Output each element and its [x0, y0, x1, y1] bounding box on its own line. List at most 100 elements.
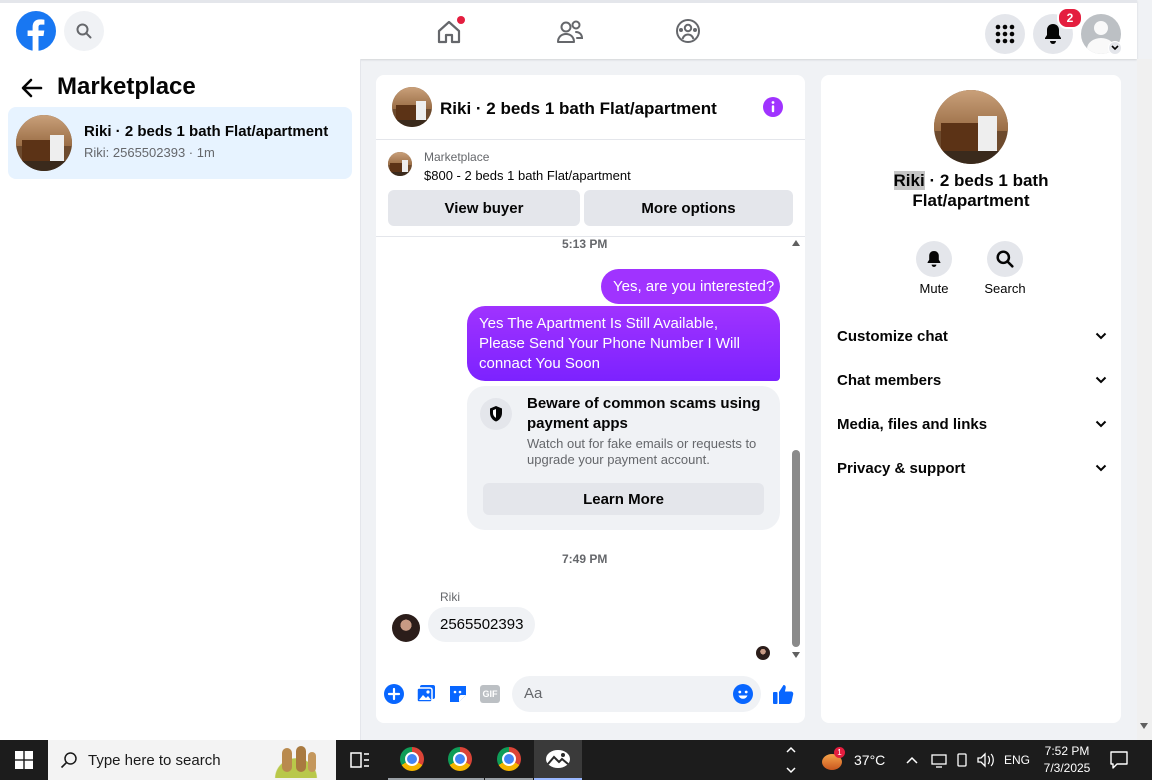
back-arrow-icon[interactable]	[20, 77, 44, 99]
section-label: Privacy & support	[837, 459, 966, 477]
mute-button[interactable]	[916, 241, 952, 277]
input-language[interactable]: ENG	[1004, 753, 1030, 767]
taskbar-search-box[interactable]: Type here to search	[48, 740, 336, 780]
taskbar-search-placeholder: Type here to search	[88, 752, 221, 769]
learn-more-button[interactable]: Learn More	[483, 483, 764, 515]
chevron-down-icon	[1095, 420, 1107, 428]
listing-title[interactable]: $800 - 2 beds 1 bath Flat/apartment	[424, 168, 631, 183]
bell-icon	[927, 251, 941, 267]
listing-profile-image[interactable]	[934, 90, 1008, 164]
search-in-chat-button[interactable]	[987, 241, 1023, 277]
groups-icon	[676, 19, 700, 43]
message-input-placeholder: Aa	[524, 685, 543, 702]
like-icon[interactable]	[772, 683, 794, 705]
weather-badge: 1	[834, 747, 845, 758]
account-avatar-button[interactable]	[1081, 14, 1122, 55]
section-customize-chat[interactable]: Customize chat	[837, 321, 1107, 351]
home-tab[interactable]	[428, 9, 470, 53]
details-title-highlight: Riki	[893, 171, 925, 190]
seen-receipt-avatar	[756, 646, 770, 660]
page-title: Marketplace	[57, 73, 196, 100]
listing-thumbnail	[16, 115, 72, 171]
listing-source: Marketplace	[424, 150, 490, 164]
page-scrollbar[interactable]	[1137, 59, 1152, 740]
weather-icon[interactable]: 1	[822, 747, 845, 772]
notification-count-badge: 2	[1057, 7, 1083, 29]
message-timestamp: 7:49 PM	[562, 552, 608, 566]
scam-warning-body: Watch out for fake emails or requests to…	[527, 436, 757, 467]
chevron-down-icon	[1095, 332, 1107, 340]
incoming-message[interactable]: 2565502393	[428, 607, 536, 642]
chrome-taskbar-icon[interactable]	[485, 740, 533, 780]
sticker-icon[interactable]	[448, 684, 468, 704]
windows-taskbar: Type here to search 1 37°C ENG 7:52 PM 7…	[0, 740, 1152, 780]
facebook-logo-icon[interactable]	[16, 11, 56, 51]
outgoing-message[interactable]: Yes The Apartment Is Still Available, Pl…	[467, 306, 780, 381]
notification-center-icon[interactable]	[1108, 750, 1130, 770]
search-highlight-image	[260, 744, 332, 778]
section-label: Chat members	[837, 371, 942, 389]
home-icon	[437, 16, 465, 44]
windows-start-icon[interactable]	[0, 740, 48, 780]
gif-icon[interactable]: GIF	[480, 685, 500, 703]
scam-warning-card: Beware of common scams using payment app…	[467, 386, 780, 530]
chevron-down-icon	[1095, 376, 1107, 384]
conversation-item[interactable]: Riki · 2 beds 1 bath Flat/apartment Riki…	[8, 107, 352, 179]
conversation-list-panel: Marketplace Riki · 2 beds 1 bath Flat/ap…	[0, 59, 361, 740]
photo-icon[interactable]	[416, 684, 436, 704]
section-label: Media, files and links	[837, 415, 988, 433]
listing-small-thumbnail	[388, 152, 412, 176]
conversation-preview: Riki: 2565502393 · 1m	[84, 145, 215, 160]
scrollbar-thumb[interactable]	[792, 450, 800, 647]
add-icon[interactable]	[384, 684, 404, 704]
notifications-button[interactable]: 2	[1033, 7, 1083, 54]
search-label: Search	[984, 281, 1026, 296]
details-title-line1: · 2 beds 1 bath	[924, 171, 1049, 190]
groups-tab[interactable]	[667, 9, 709, 53]
menu-button[interactable]	[985, 14, 1025, 54]
chat-header-thumbnail[interactable]	[392, 87, 432, 127]
search-button[interactable]	[64, 11, 104, 51]
section-privacy-support[interactable]: Privacy & support	[837, 453, 1107, 483]
section-media-files-links[interactable]: Media, files and links	[837, 409, 1107, 439]
friends-icon	[557, 20, 584, 43]
chrome-taskbar-icon[interactable]	[388, 740, 436, 780]
grid-menu-icon	[995, 24, 1015, 44]
sender-name: Riki	[440, 590, 460, 604]
chat-scrollbar[interactable]	[790, 240, 802, 662]
message-input[interactable]: Aa	[512, 676, 761, 712]
section-chat-members[interactable]: Chat members	[837, 365, 1107, 395]
search-icon	[996, 250, 1014, 268]
mute-label: Mute	[919, 281, 949, 296]
emoji-icon[interactable]	[733, 684, 753, 704]
chat-title[interactable]: Riki · 2 beds 1 bath Flat/apartment	[440, 99, 717, 119]
search-icon	[60, 752, 77, 769]
chevron-down-icon	[1095, 464, 1107, 472]
top-navigation-bar: 2	[0, 0, 1137, 59]
chevron-down-icon	[1108, 41, 1122, 55]
search-icon	[76, 23, 92, 39]
photos-app-taskbar-icon[interactable]	[534, 740, 582, 780]
message-timestamp: 5:13 PM	[562, 237, 608, 251]
clock-date: 7/3/2025	[1043, 761, 1091, 775]
more-options-button[interactable]: More options	[584, 190, 793, 226]
scam-warning-title: Beware of common scams using payment app…	[527, 395, 761, 432]
taskbar-clock[interactable]: 7:52 PM 7/3/2025	[1036, 743, 1098, 777]
friends-tab[interactable]	[549, 9, 591, 53]
sender-avatar[interactable]	[392, 614, 420, 642]
temperature[interactable]: 37°C	[854, 752, 885, 768]
chrome-taskbar-icon[interactable]	[436, 740, 484, 780]
shield-icon	[480, 398, 512, 430]
task-view-icon[interactable]	[336, 740, 384, 780]
view-buyer-button[interactable]: View buyer	[388, 190, 580, 226]
taskbar-scroll-arrows[interactable]	[784, 742, 798, 778]
chat-header: Riki · 2 beds 1 bath Flat/apartment	[376, 75, 805, 140]
system-tray-icons[interactable]	[904, 750, 998, 770]
info-icon[interactable]	[763, 97, 783, 117]
chat-window: Riki · 2 beds 1 bath Flat/apartment Mark…	[376, 75, 805, 723]
details-title: Riki · 2 beds 1 bath Flat/apartment	[831, 171, 1111, 211]
outgoing-message[interactable]: Yes, are you interested?	[601, 269, 780, 304]
details-title-line2: Flat/apartment	[912, 191, 1030, 210]
section-label: Customize chat	[837, 327, 948, 345]
conversation-title: Riki · 2 beds 1 bath Flat/apartment	[84, 123, 329, 140]
